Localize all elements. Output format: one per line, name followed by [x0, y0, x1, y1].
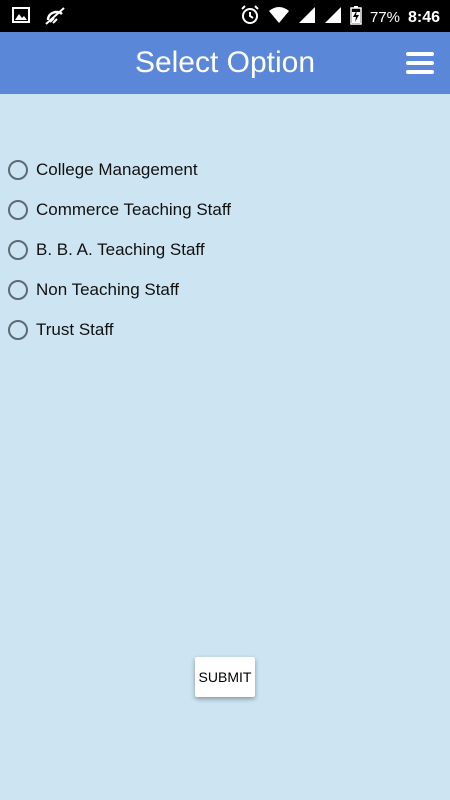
option-label: College Management: [36, 160, 198, 179]
option-label: B. B. A. Teaching Staff: [36, 240, 205, 259]
radio-button[interactable]: [8, 320, 28, 340]
option-label: Commerce Teaching Staff: [36, 200, 231, 219]
option-trust-staff[interactable]: Trust Staff: [8, 310, 231, 350]
radio-button[interactable]: [8, 160, 28, 180]
option-label: Trust Staff: [36, 320, 114, 339]
signal-icon: [298, 6, 316, 29]
signal-icon-2: [324, 6, 342, 29]
alarm-icon: [240, 5, 260, 30]
clock: 8:46: [407, 8, 440, 26]
page-title: Select Option: [134, 46, 316, 79]
radio-button[interactable]: [8, 280, 28, 300]
option-commerce-teaching-staff[interactable]: Commerce Teaching Staff: [8, 190, 231, 230]
battery-charging-icon: [350, 5, 362, 30]
image-icon: [12, 6, 30, 31]
status-bar: 77% 8:46: [0, 0, 450, 32]
battery-percentage: 77%: [369, 9, 400, 26]
option-non-teaching-staff[interactable]: Non Teaching Staff: [8, 270, 231, 310]
radio-button[interactable]: [8, 200, 28, 220]
no-sync-icon: [44, 6, 66, 31]
app-bar: Select Option: [0, 32, 450, 94]
option-label: Non Teaching Staff: [36, 280, 180, 299]
hamburger-menu-icon[interactable]: [406, 52, 434, 74]
option-college-management[interactable]: College Management: [8, 150, 231, 190]
option-radio-group: College Management Commerce Teaching Sta…: [8, 150, 231, 350]
submit-button[interactable]: SUBMIT: [195, 657, 255, 697]
option-bba-teaching-staff[interactable]: B. B. A. Teaching Staff: [8, 230, 231, 270]
wifi-icon: [268, 6, 290, 29]
radio-button[interactable]: [8, 240, 28, 260]
